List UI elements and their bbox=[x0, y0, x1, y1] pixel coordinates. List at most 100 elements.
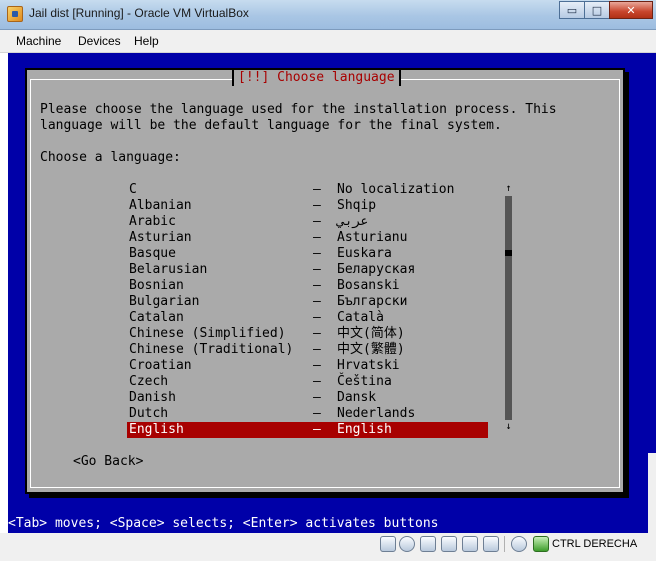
menu-help[interactable]: Help bbox=[134, 34, 159, 48]
scroll-up-arrow-icon[interactable]: ↑ bbox=[504, 183, 513, 195]
scroll-thumb[interactable] bbox=[505, 250, 512, 256]
language-name: Asturian bbox=[129, 230, 192, 245]
menu-machine[interactable]: Machine bbox=[16, 34, 61, 48]
language-separator: – bbox=[313, 230, 321, 245]
language-option[interactable]: Danish – Dansk bbox=[127, 390, 488, 406]
language-separator: – bbox=[313, 310, 321, 325]
language-name: C bbox=[129, 182, 137, 197]
language-separator: – bbox=[313, 374, 321, 389]
installer-help-line: <Tab> moves; <Space> selects; <Enter> ac… bbox=[8, 516, 439, 531]
minimize-button[interactable]: ▭ bbox=[559, 1, 585, 19]
language-name: Bulgarian bbox=[129, 294, 200, 309]
language-separator: – bbox=[313, 198, 321, 213]
language-native-name: 中文(简体) bbox=[337, 326, 405, 341]
maximize-button[interactable]: □ bbox=[584, 1, 610, 19]
language-native-name: No localization bbox=[337, 182, 455, 197]
language-separator: – bbox=[313, 390, 321, 405]
usb-icon[interactable] bbox=[420, 536, 436, 552]
language-option[interactable]: English – English bbox=[127, 422, 488, 438]
description-line-2: language will be the default language fo… bbox=[40, 118, 502, 133]
vm-right-edge bbox=[648, 53, 656, 533]
language-name: Arabic bbox=[129, 214, 176, 229]
language-native-name: عربي bbox=[337, 214, 369, 229]
language-native-name: Dansk bbox=[337, 390, 377, 405]
language-native-name: Беларуская bbox=[337, 262, 416, 277]
language-option[interactable]: Basque – Euskara bbox=[127, 246, 488, 262]
optical-disc-icon[interactable] bbox=[399, 536, 415, 552]
language-name: Danish bbox=[129, 390, 176, 405]
language-separator: – bbox=[313, 358, 321, 373]
language-separator: – bbox=[313, 294, 321, 309]
language-name: Dutch bbox=[129, 406, 169, 421]
language-native-name: Bosanski bbox=[337, 278, 400, 293]
language-option[interactable]: Arabic – عربي bbox=[127, 214, 488, 230]
hard-disk-icon[interactable] bbox=[380, 536, 396, 552]
dialog-title: [!!] Choose language bbox=[232, 70, 401, 86]
language-separator: – bbox=[313, 262, 321, 277]
language-separator: – bbox=[313, 326, 321, 341]
language-option[interactable]: C – No localization bbox=[127, 182, 488, 198]
language-native-name: Català bbox=[337, 310, 384, 325]
language-separator: – bbox=[313, 342, 321, 357]
language-name: Croatian bbox=[129, 358, 192, 373]
choose-language-dialog: [!!] Choose language Please choose the l… bbox=[25, 68, 625, 494]
language-separator: – bbox=[313, 246, 321, 261]
language-native-name: Asturianu bbox=[337, 230, 408, 245]
close-button[interactable]: ✕ bbox=[609, 1, 653, 19]
go-back-button[interactable]: <Go Back> bbox=[73, 454, 143, 470]
language-native-name: Български bbox=[337, 294, 408, 309]
language-native-name: Nederlands bbox=[337, 406, 416, 421]
language-native-name: English bbox=[337, 422, 392, 437]
display-icon[interactable] bbox=[483, 536, 499, 552]
language-native-name: Shqip bbox=[337, 198, 377, 213]
host-key-label: CTRL DERECHA bbox=[552, 538, 638, 550]
menu-devices[interactable]: Devices bbox=[78, 34, 121, 48]
language-native-name: 中文(繁體) bbox=[337, 342, 405, 357]
vbox-statusbar: CTRL DERECHA bbox=[0, 533, 656, 561]
vm-display[interactable]: [!!] Choose language Please choose the l… bbox=[8, 53, 648, 533]
language-option[interactable]: Chinese (Simplified) – 中文(简体) bbox=[127, 326, 488, 342]
window-title: Jail dist [Running] - Oracle VM VirtualB… bbox=[29, 6, 249, 20]
scroll-down-arrow-icon[interactable]: ↓ bbox=[504, 421, 513, 433]
language-native-name: Čeština bbox=[337, 374, 392, 389]
scroll-track[interactable] bbox=[505, 196, 512, 420]
window-controls: ▭ □ ✕ bbox=[559, 1, 653, 19]
language-separator: – bbox=[313, 422, 321, 437]
host-key-icon[interactable] bbox=[533, 536, 549, 552]
menu-bar: Machine Devices Help bbox=[0, 30, 656, 53]
language-separator: – bbox=[313, 214, 321, 229]
language-name: Catalan bbox=[129, 310, 184, 325]
language-option[interactable]: Albanian – Shqip bbox=[127, 198, 488, 214]
language-option[interactable]: Chinese (Traditional) – 中文(繁體) bbox=[127, 342, 488, 358]
language-option[interactable]: Belarusian – Беларуская bbox=[127, 262, 488, 278]
language-name: Chinese (Simplified) bbox=[129, 326, 286, 341]
language-name: Belarusian bbox=[129, 262, 208, 277]
language-prompt: Choose a language: bbox=[40, 150, 181, 165]
language-separator: – bbox=[313, 406, 321, 421]
language-list-scrollbar[interactable]: ↑ ↓ bbox=[504, 183, 513, 433]
language-separator: – bbox=[313, 182, 321, 197]
language-name: Czech bbox=[129, 374, 169, 389]
shared-folders-icon[interactable] bbox=[441, 536, 457, 552]
window-titlebar[interactable]: Jail dist [Running] - Oracle VM VirtualB… bbox=[0, 0, 656, 30]
language-name: English bbox=[129, 422, 184, 437]
language-option[interactable]: Croatian – Hrvatski bbox=[127, 358, 488, 374]
language-name: Basque bbox=[129, 246, 176, 261]
language-option[interactable]: Bulgarian – Български bbox=[127, 294, 488, 310]
language-option[interactable]: Dutch – Nederlands bbox=[127, 406, 488, 422]
mouse-integration-icon[interactable] bbox=[511, 536, 527, 552]
virtualbox-app-icon bbox=[7, 6, 23, 22]
language-name: Albanian bbox=[129, 198, 192, 213]
network-icon[interactable] bbox=[462, 536, 478, 552]
language-name: Bosnian bbox=[129, 278, 184, 293]
language-option[interactable]: Asturian – Asturianu bbox=[127, 230, 488, 246]
language-option[interactable]: Catalan – Català bbox=[127, 310, 488, 326]
language-option[interactable]: Bosnian – Bosanski bbox=[127, 278, 488, 294]
language-name: Chinese (Traditional) bbox=[129, 342, 294, 357]
language-separator: – bbox=[313, 278, 321, 293]
language-option[interactable]: Czech – Čeština bbox=[127, 374, 488, 390]
language-native-name: Euskara bbox=[337, 246, 392, 261]
description-line-1: Please choose the language used for the … bbox=[40, 102, 557, 117]
language-native-name: Hrvatski bbox=[337, 358, 400, 373]
statusbar-separator bbox=[504, 536, 505, 552]
